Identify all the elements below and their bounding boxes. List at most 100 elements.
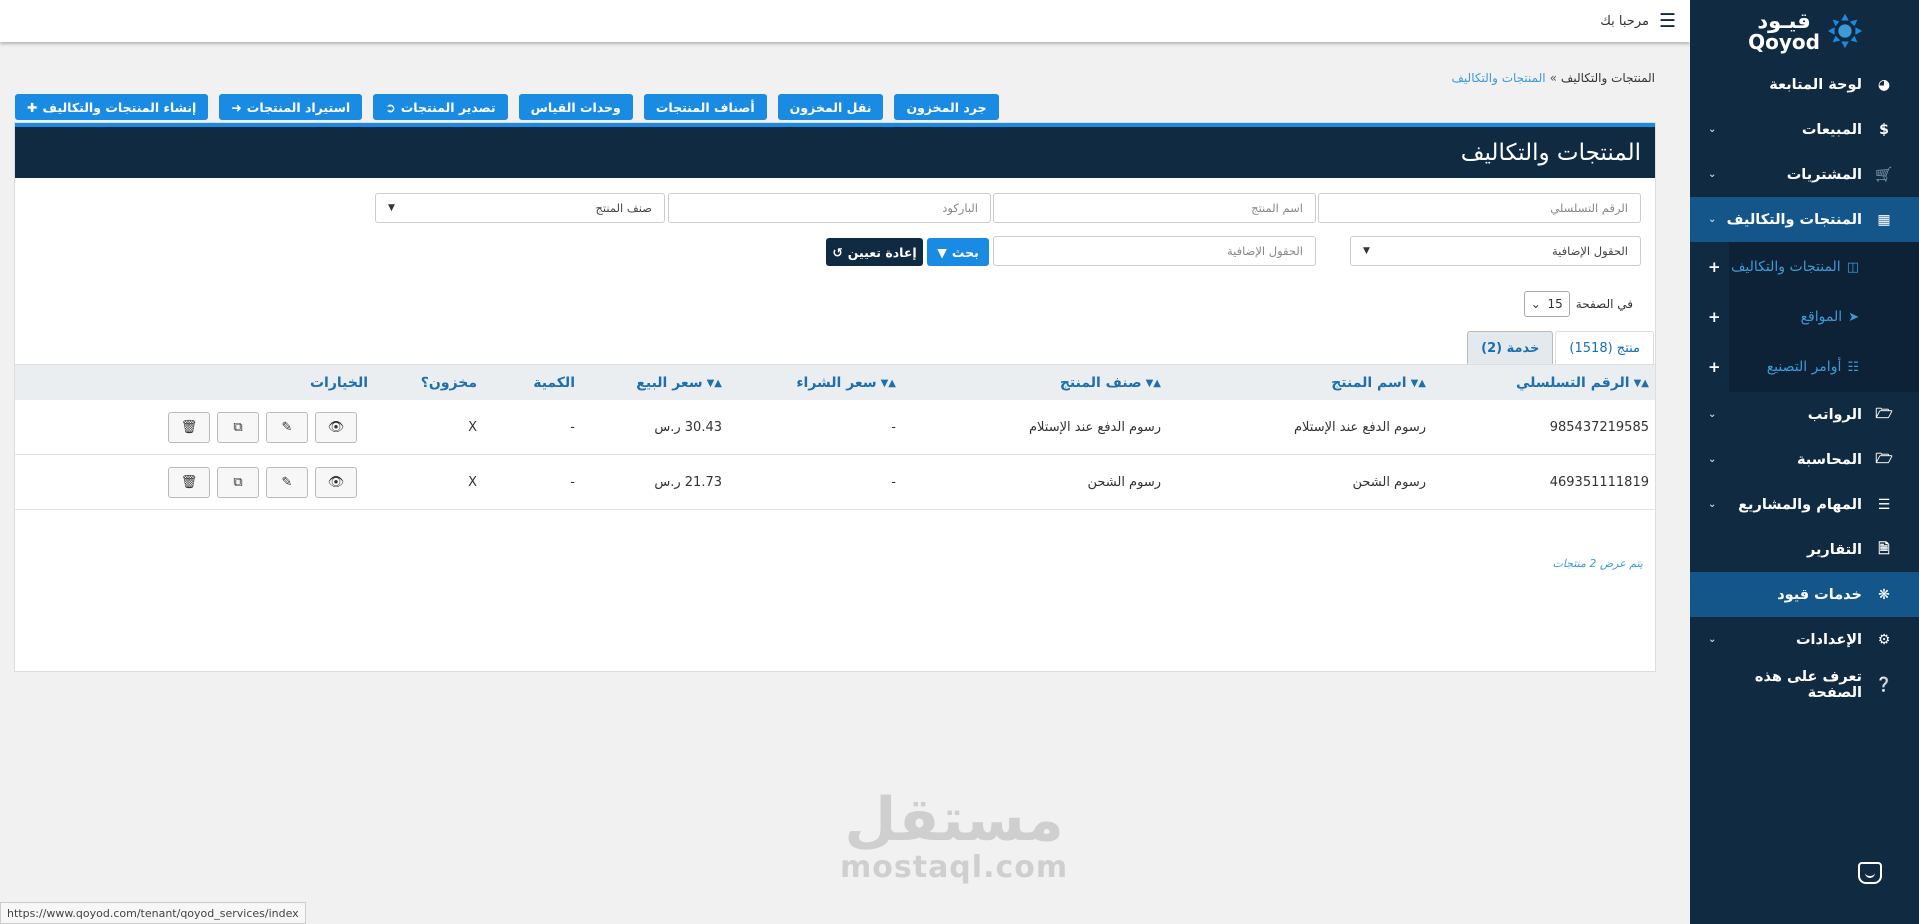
- eye-icon: 👁: [327, 420, 345, 435]
- product-categories-button[interactable]: أصناف المنتجات: [643, 94, 767, 120]
- trash-icon: 🗑: [180, 475, 198, 490]
- delete-button[interactable]: 🗑: [168, 412, 210, 443]
- tab-products[interactable]: منتج (1518): [1555, 331, 1654, 364]
- trash-icon: 🗑: [180, 420, 198, 435]
- sidebar: قيـود Qoyod ◕ لوحة المتابعة $ المبيعات ⌄…: [1690, 0, 1919, 924]
- per-page-control: في الصفحة 15 ⌄: [1523, 291, 1633, 317]
- dollar-icon: $: [1879, 121, 1889, 138]
- chevron-down-icon: ⌄: [1708, 499, 1717, 510]
- view-button[interactable]: 👁: [315, 412, 357, 443]
- cell-serial: 469351111819: [1549, 475, 1649, 490]
- cell-serial: 985437219585: [1549, 420, 1649, 435]
- transfer-stock-button[interactable]: نقل المخزون: [777, 94, 884, 120]
- sidebar-item-settings[interactable]: ⚙ الإعدادات ⌄: [1690, 617, 1919, 662]
- delete-button[interactable]: 🗑: [168, 467, 210, 498]
- subitem-manufacturing-orders[interactable]: ☷ أوامر التصنيع +: [1690, 342, 1919, 392]
- column-header-category[interactable]: ▲▼ صنف المنتج: [1060, 365, 1161, 401]
- logo-english-text: Qoyod: [1748, 29, 1820, 54]
- extra-fields-select[interactable]: الحقول الإضافية ▼: [1350, 236, 1641, 266]
- add-manufacturing-order-icon[interactable]: +: [1708, 358, 1721, 376]
- cell-quantity: -: [570, 420, 575, 435]
- sidebar-item-payroll[interactable]: 🗁 الرواتب ⌄: [1690, 392, 1919, 437]
- serial-number-input[interactable]: الرقم التسلسلي: [1318, 193, 1641, 223]
- add-location-icon[interactable]: +: [1708, 308, 1721, 326]
- tab-services[interactable]: خدمة (2): [1467, 331, 1554, 364]
- sidebar-item-sales[interactable]: $ المبيعات ⌄: [1690, 107, 1919, 152]
- sitemap-icon: ☷: [1847, 359, 1859, 375]
- duplicate-button[interactable]: ⧉: [217, 467, 259, 498]
- dashboard-icon: ◕: [1877, 76, 1891, 93]
- column-header-name[interactable]: ▲▼ اسم المنتج: [1331, 365, 1426, 401]
- per-page-select[interactable]: 15 ⌄: [1523, 291, 1570, 317]
- edit-button[interactable]: ✎: [266, 467, 308, 498]
- sidebar-item-page-tour[interactable]: ❔ تعرف على هذه الصفحة: [1690, 662, 1919, 707]
- product-name-input[interactable]: اسم المنتج: [993, 193, 1316, 223]
- create-products-button[interactable]: ✚ إنشاء المنتجات والتكاليف: [15, 94, 209, 120]
- subitem-label: المنتجات والتكاليف: [1730, 259, 1841, 275]
- breadcrumb-link[interactable]: المنتجات والتكاليف: [1452, 71, 1546, 85]
- product-category-select[interactable]: صنف المنتج ▼: [375, 193, 665, 223]
- sidebar-item-label: لوحة المتابعة: [1769, 76, 1862, 93]
- add-product-icon[interactable]: +: [1708, 258, 1721, 276]
- sidebar-item-purchases[interactable]: 🛒 المشتريات ⌄: [1690, 152, 1919, 197]
- sort-icon: ▲▼: [880, 377, 896, 389]
- sidebar-item-label: المحاسبة: [1796, 451, 1862, 468]
- units-button[interactable]: وحدات القياس: [518, 94, 633, 120]
- chevron-down-icon: ⌄: [1708, 454, 1717, 465]
- extra-fields-input[interactable]: الحقول الإضافية: [993, 236, 1316, 266]
- welcome-text: مرحبا بك: [1600, 13, 1649, 29]
- chat-widget-button[interactable]: [1841, 844, 1899, 902]
- column-header-stocked: مخزون؟: [420, 375, 477, 391]
- duplicate-button[interactable]: ⧉: [217, 412, 259, 443]
- subitem-products[interactable]: ◫ المنتجات والتكاليف +: [1690, 242, 1919, 292]
- sort-icon: ▲▼: [1145, 377, 1161, 389]
- edit-button[interactable]: ✎: [266, 412, 308, 443]
- sidebar-item-label: المشتريات: [1786, 166, 1862, 183]
- column-header-serial[interactable]: ▲▼ الرقم التسلسلي: [1516, 365, 1649, 401]
- cell-name: رسوم الشحن: [1352, 475, 1426, 490]
- sidebar-item-reports[interactable]: 🗎 التقارير: [1690, 527, 1919, 572]
- filter-icon: ▼: [937, 244, 947, 260]
- products-panel: المنتجات والتكاليف الرقم التسلسلي اسم ال…: [14, 122, 1656, 672]
- list-icon: ☰: [1877, 496, 1891, 513]
- sidebar-item-label: الإعدادات: [1795, 631, 1862, 648]
- subitem-locations[interactable]: ➤ المواقع +: [1690, 292, 1919, 342]
- reset-button[interactable]: ↺ إعادة تعيين: [826, 238, 923, 266]
- search-button[interactable]: ▼ بحث: [927, 238, 989, 266]
- table-row: 985437219585 رسوم الدفع عند الإستلام رسو…: [15, 400, 1655, 455]
- cell-buy-price: -: [891, 475, 896, 490]
- sidebar-item-label: تعرف على هذه الصفحة: [1754, 668, 1862, 701]
- sidebar-item-tasks-projects[interactable]: ☰ المهام والمشاريع ⌄: [1690, 482, 1919, 527]
- stock-count-button[interactable]: جرد المخزون: [894, 94, 999, 120]
- breadcrumb: المنتجات والتكاليف » المنتجات والتكاليف: [1452, 71, 1656, 85]
- view-button[interactable]: 👁: [315, 467, 357, 498]
- import-products-button[interactable]: ➜ استيراد المنتجات: [219, 94, 363, 120]
- column-header-options: الخيارات: [309, 375, 368, 391]
- sort-icon: ▲▼: [706, 377, 722, 389]
- chevron-down-icon: ⌄: [1708, 124, 1717, 135]
- export-products-button[interactable]: ➲ تصدير المنتجات: [373, 94, 508, 120]
- plus-icon: ✚: [27, 99, 38, 115]
- cell-quantity: -: [570, 475, 575, 490]
- sidebar-item-dashboard[interactable]: ◕ لوحة المتابعة: [1690, 62, 1919, 107]
- column-header-sell-price[interactable]: ▲▼ سعر البيع: [636, 365, 722, 401]
- qoyod-logo[interactable]: قيـود Qoyod: [1690, 0, 1919, 62]
- column-header-buy-price[interactable]: ▲▼ سعر الشراء: [796, 365, 896, 401]
- hamburger-menu-icon[interactable]: ☰: [1659, 10, 1676, 32]
- barcode-input[interactable]: الباركود: [668, 193, 991, 223]
- products-submenu: ◫ المنتجات والتكاليف + ➤ المواقع + ☷ أوا…: [1690, 242, 1919, 392]
- sidebar-item-products[interactable]: ▦ المنتجات والتكاليف ⌄: [1690, 197, 1919, 242]
- sidebar-item-label: المبيعات: [1801, 121, 1862, 138]
- location-arrow-icon: ➤: [1848, 309, 1859, 325]
- breadcrumb-current: المنتجات والتكاليف: [1560, 71, 1655, 85]
- cell-sell-price: 21.73 ر.س: [654, 475, 722, 490]
- sort-icon: ▲▼: [1410, 377, 1426, 389]
- sign-out-icon: ➲: [385, 99, 396, 115]
- sidebar-item-qoyod-services[interactable]: ❋ خدمات قيود: [1690, 572, 1919, 617]
- chevron-down-icon: ⌄: [1708, 169, 1717, 180]
- cubes-icon: ◫: [1846, 259, 1859, 275]
- file-icon: 🗎: [1878, 540, 1890, 557]
- watermark-arabic: مستقل: [844, 785, 1064, 855]
- products-table: ▲▼ الرقم التسلسلي ▲▼ اسم المنتج ▲▼ صنف ا…: [15, 364, 1655, 510]
- sidebar-item-accounting[interactable]: 🗁 المحاسبة ⌄: [1690, 437, 1919, 482]
